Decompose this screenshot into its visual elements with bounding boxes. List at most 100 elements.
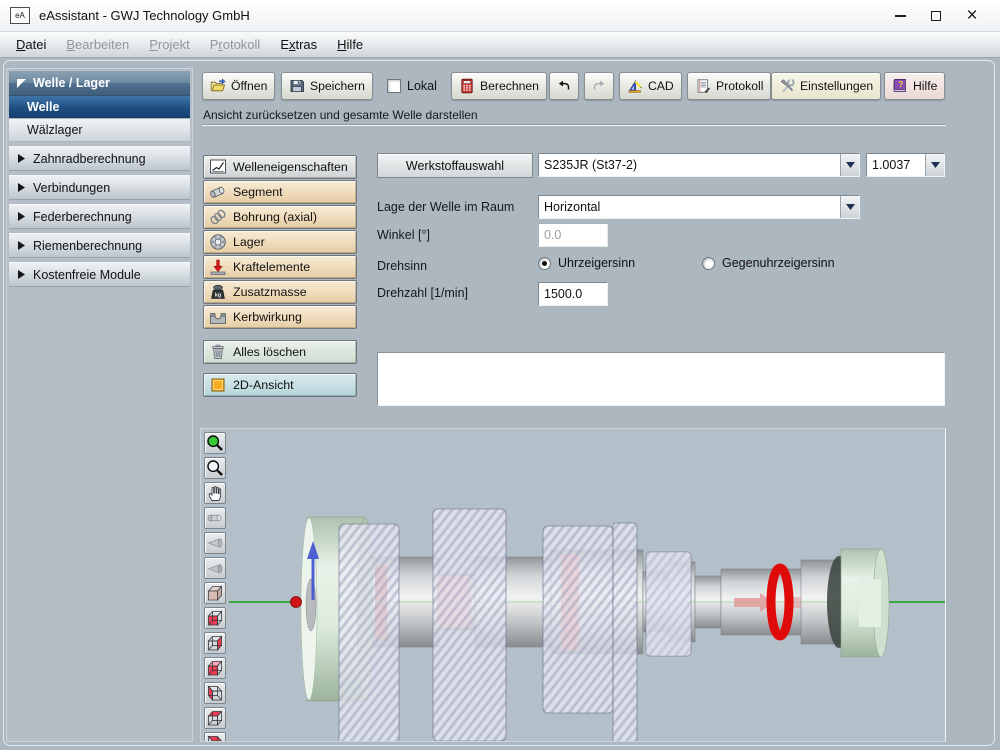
menu-item-datei[interactable]: Datei <box>6 34 56 55</box>
cube-left-icon <box>205 683 225 703</box>
tool-button-segment[interactable]: Segment <box>203 180 357 204</box>
material-select-button[interactable]: Werkstoffauswahl <box>377 153 533 178</box>
orientation-dropdown[interactable]: Horizontal <box>538 195 860 219</box>
rotation-option-cw[interactable]: Uhrzeigersinn <box>538 256 635 270</box>
cylinder-view-icon <box>205 508 225 528</box>
origin-marker <box>291 597 302 608</box>
cylinder-view-button[interactable] <box>204 507 226 529</box>
radio-icon[interactable] <box>702 257 715 270</box>
menu-item-protokoll: Protokoll <box>200 34 271 55</box>
tool-button-2d-ansicht[interactable]: 2D-Ansicht <box>203 373 357 397</box>
sidebar-section-riemenberechnung[interactable]: Riemenberechnung <box>9 233 190 258</box>
info-textarea[interactable] <box>377 352 945 406</box>
cube-top-icon <box>205 708 225 728</box>
cone-right-button[interactable] <box>204 532 226 554</box>
zoom-all-icon <box>205 433 225 453</box>
cube-left-button[interactable] <box>204 682 226 704</box>
square2d-icon <box>209 376 227 394</box>
menu-item-extras[interactable]: Extras <box>270 34 327 55</box>
tool-button-lager[interactable]: Lager <box>203 230 357 254</box>
3d-viewport[interactable] <box>200 428 946 742</box>
tool-button-welleneigenschaften[interactable]: Welleneigenschaften <box>203 155 357 179</box>
tool-button-zusatzmasse[interactable]: kgZusatzmasse <box>203 280 357 304</box>
cube-top-b-button[interactable] <box>204 732 226 742</box>
cube-top-button[interactable] <box>204 707 226 729</box>
iso-cube-button[interactable] <box>204 582 226 604</box>
maximize-button[interactable] <box>918 1 954 31</box>
cad-button[interactable]: CAD <box>619 72 682 100</box>
rotation-option-ccw[interactable]: Gegenuhrzeigersinn <box>702 256 835 270</box>
calculate-button[interactable]: Berechnen <box>451 72 547 100</box>
chevron-down-icon[interactable] <box>840 154 859 176</box>
cube-right-icon <box>205 633 225 653</box>
material-dropdown[interactable]: S235JR (St37-2) <box>538 153 860 177</box>
triangle-expanded-icon <box>16 79 26 88</box>
chevron-down-icon[interactable] <box>925 154 944 176</box>
tool-button-alles-loeschen[interactable]: Alles löschen <box>203 340 357 364</box>
sidebar: Welle / Lager Welle Wälzlager Zahnradberech… <box>6 68 193 742</box>
undo-button[interactable] <box>549 72 579 100</box>
title-bar: eA eAssistant - GWJ Technology GmbH × <box>0 0 1000 32</box>
tool-button-bohrung-axial[interactable]: Bohrung (axial) <box>203 205 357 229</box>
tool-button-label: Bohrung (axial) <box>233 210 317 224</box>
cube-right-button[interactable] <box>204 632 226 654</box>
open-button[interactable]: Öffnen <box>202 72 275 100</box>
bearing-icon <box>209 233 227 251</box>
main-content: Welle / Lager Welle Wälzlager Zahnradberech… <box>0 58 1000 750</box>
zoom-window-button[interactable] <box>204 457 226 479</box>
status-line: Ansicht zurücksetzen und gesamte Welle d… <box>203 108 478 122</box>
chart-icon <box>209 158 227 176</box>
svg-text:kg: kg <box>215 293 221 299</box>
cube-front-b-button[interactable] <box>204 657 226 679</box>
triangle-collapsed-icon <box>16 183 26 192</box>
report-document-icon <box>695 78 711 94</box>
sidebar-section-welle-lager[interactable]: Welle / Lager <box>9 71 190 96</box>
save-button[interactable]: Speichern <box>281 72 373 100</box>
right-bearing <box>827 549 889 657</box>
window-title: eAssistant - GWJ Technology GmbH <box>39 8 250 23</box>
sidebar-item-label: Welle <box>27 100 59 114</box>
sidebar-section-label: Riemenberechnung <box>33 239 142 253</box>
menu-item-hilfe[interactable]: Hilfe <box>327 34 373 55</box>
pan-button[interactable] <box>204 482 226 504</box>
cone-left-button[interactable] <box>204 557 226 579</box>
shaft-3d-scene[interactable] <box>229 429 946 742</box>
tool-button-kerbwirkung[interactable]: Kerbwirkung <box>203 305 357 329</box>
sidebar-section-verbindungen[interactable]: Verbindungen <box>9 175 190 200</box>
radio-icon[interactable] <box>538 257 551 270</box>
sidebar-item-welle[interactable]: Welle <box>9 96 190 119</box>
triangle-collapsed-icon <box>16 212 26 221</box>
cube-front-icon <box>205 608 225 628</box>
close-button[interactable]: × <box>954 1 990 31</box>
rotation-label: Drehsinn <box>377 259 427 273</box>
zoom-window-icon <box>205 458 225 478</box>
chevron-down-icon[interactable] <box>840 196 859 218</box>
sidebar-section-zahnradberechnung[interactable]: Zahnradberechnung <box>9 146 190 171</box>
cube-front-button[interactable] <box>204 607 226 629</box>
menu-item-bearbeiten: Bearbeiten <box>56 34 139 55</box>
protokoll-button[interactable]: Protokoll <box>687 72 771 100</box>
cad-drafting-icon <box>627 78 643 94</box>
lokal-checkbox[interactable] <box>387 79 401 93</box>
cone-right-icon <box>205 533 225 553</box>
help-button[interactable]: ? Hilfe <box>884 72 945 100</box>
window-controls: × <box>882 1 990 31</box>
undo-icon <box>556 78 572 94</box>
mass-icon: kg <box>209 283 227 301</box>
sidebar-section-kostenfreie-module[interactable]: Kostenfreie Module <box>9 262 190 287</box>
close-icon: × <box>966 6 977 25</box>
maximize-icon <box>931 11 941 21</box>
minimize-button[interactable] <box>882 1 918 31</box>
sidebar-item-waelzlager[interactable]: Wälzlager <box>9 119 190 142</box>
sidebar-section-label: Verbindungen <box>33 181 110 195</box>
cone-left-icon <box>205 558 225 578</box>
sidebar-section-federberechnung[interactable]: Federberechnung <box>9 204 190 229</box>
material-number-dropdown[interactable]: 1.0037 <box>866 153 945 177</box>
settings-button[interactable]: Einstellungen <box>771 72 881 100</box>
zoom-all-button[interactable] <box>204 432 226 454</box>
tool-button-kraftelemente[interactable]: Kraftelemente <box>203 255 357 279</box>
menu-item-projekt: Projekt <box>139 34 199 55</box>
speed-field[interactable]: 1500.0 <box>538 282 608 306</box>
toolbar-divider <box>202 124 946 126</box>
tools-settings-icon <box>779 78 795 94</box>
